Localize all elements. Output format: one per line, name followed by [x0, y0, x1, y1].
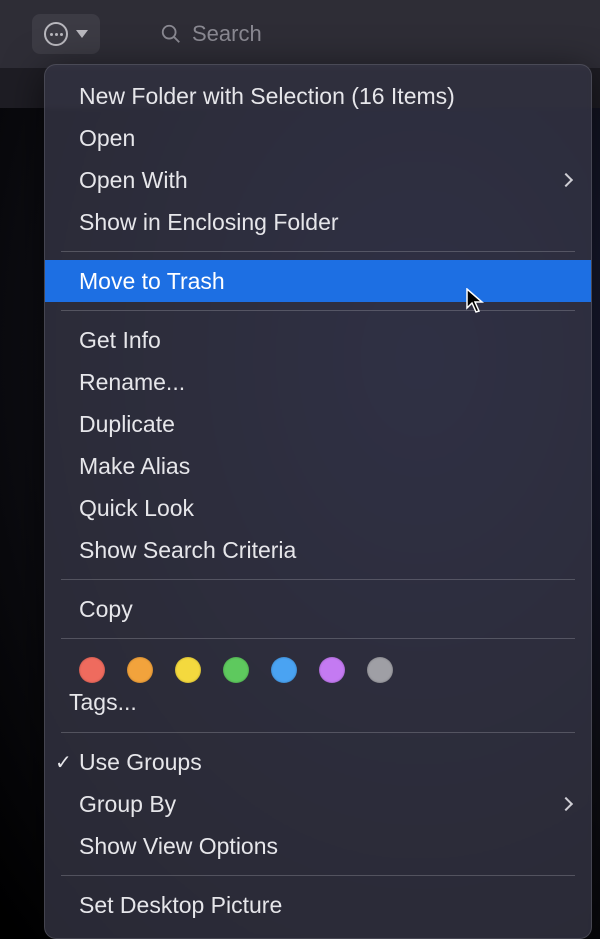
menu-item-label: Group By	[79, 791, 176, 818]
menu-separator	[61, 251, 575, 252]
menu-item-open-with[interactable]: Open With	[45, 159, 591, 201]
menu-item-new-folder-with-selection[interactable]: New Folder with Selection (16 Items)	[45, 75, 591, 117]
tag-green[interactable]	[223, 657, 249, 683]
more-options-icon	[44, 22, 68, 46]
context-menu: New Folder with Selection (16 Items) Ope…	[44, 64, 592, 939]
menu-item-label: Show in Enclosing Folder	[79, 209, 339, 236]
menu-item-label: Open With	[79, 167, 188, 194]
menu-item-label: Tags...	[69, 689, 137, 715]
menu-item-label: Open	[79, 125, 135, 152]
menu-item-duplicate[interactable]: Duplicate	[45, 403, 591, 445]
chevron-right-icon	[559, 173, 573, 187]
search-input[interactable]	[192, 21, 372, 47]
menu-item-label: Set Desktop Picture	[79, 892, 282, 919]
tag-orange[interactable]	[127, 657, 153, 683]
menu-item-label: Get Info	[79, 327, 161, 354]
toolbar-action-button[interactable]	[32, 14, 100, 54]
menu-item-label: Quick Look	[79, 495, 194, 522]
tag-purple[interactable]	[319, 657, 345, 683]
chevron-down-icon	[76, 30, 88, 38]
menu-item-label: Show View Options	[79, 833, 278, 860]
tag-blue[interactable]	[271, 657, 297, 683]
tag-gray[interactable]	[367, 657, 393, 683]
menu-item-get-info[interactable]: Get Info	[45, 319, 591, 361]
menu-separator	[61, 579, 575, 580]
menu-item-show-view-options[interactable]: Show View Options	[45, 825, 591, 867]
tag-color-row	[45, 647, 591, 683]
menu-item-label: Copy	[79, 596, 133, 623]
checkmark-icon: ✓	[55, 750, 72, 775]
tag-red[interactable]	[79, 657, 105, 683]
menu-item-copy[interactable]: Copy	[45, 588, 591, 630]
chevron-right-icon	[559, 797, 573, 811]
menu-item-label: Show Search Criteria	[79, 537, 296, 564]
menu-item-tags[interactable]: Tags...	[45, 683, 591, 724]
menu-item-make-alias[interactable]: Make Alias	[45, 445, 591, 487]
menu-item-set-desktop-picture[interactable]: Set Desktop Picture	[45, 884, 591, 926]
menu-item-label: New Folder with Selection (16 Items)	[79, 83, 455, 110]
menu-separator	[61, 732, 575, 733]
toolbar	[0, 0, 600, 68]
menu-separator	[61, 310, 575, 311]
search-field[interactable]	[160, 21, 372, 47]
menu-item-show-in-enclosing-folder[interactable]: Show in Enclosing Folder	[45, 201, 591, 243]
menu-item-label: Duplicate	[79, 411, 175, 438]
menu-separator	[61, 638, 575, 639]
menu-item-open[interactable]: Open	[45, 117, 591, 159]
menu-item-rename[interactable]: Rename...	[45, 361, 591, 403]
menu-item-quick-look[interactable]: Quick Look	[45, 487, 591, 529]
menu-separator	[61, 875, 575, 876]
menu-item-use-groups[interactable]: ✓ Use Groups	[45, 741, 591, 783]
menu-item-label: Rename...	[79, 369, 185, 396]
menu-item-label: Use Groups	[79, 749, 202, 776]
menu-item-group-by[interactable]: Group By	[45, 783, 591, 825]
search-icon	[160, 23, 182, 45]
menu-item-label: Make Alias	[79, 453, 190, 480]
menu-item-label: Move to Trash	[79, 268, 225, 295]
tag-yellow[interactable]	[175, 657, 201, 683]
menu-item-show-search-criteria[interactable]: Show Search Criteria	[45, 529, 591, 571]
menu-item-move-to-trash[interactable]: Move to Trash	[45, 260, 591, 302]
